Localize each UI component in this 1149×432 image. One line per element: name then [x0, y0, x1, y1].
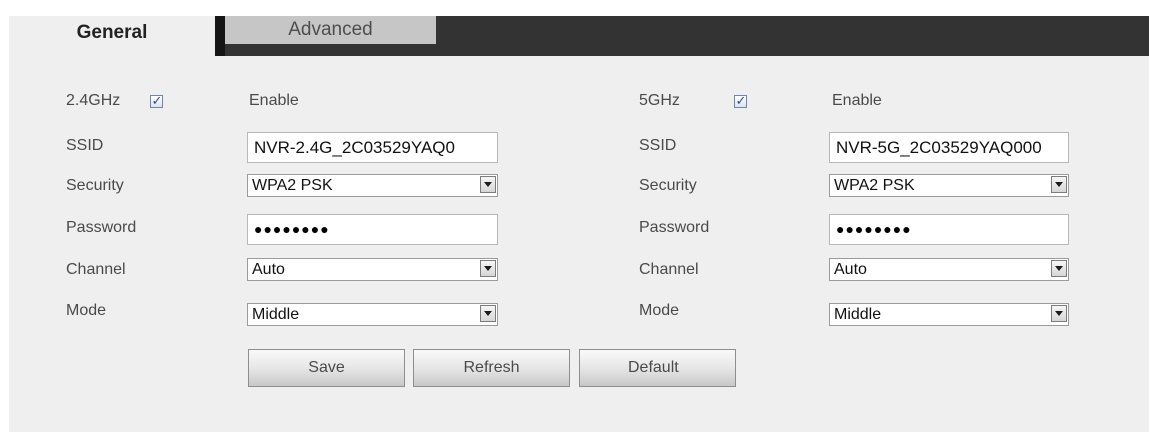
band5-mode-label: Mode	[639, 302, 680, 319]
chevron-down-icon[interactable]	[480, 176, 496, 193]
band24-ssid-label: SSID	[66, 137, 104, 154]
band24-channel-select[interactable]: Auto	[247, 258, 498, 281]
band5-channel-value: Auto	[834, 261, 867, 278]
band24-title: 2.4GHz	[66, 92, 121, 109]
band5-security-value: WPA2 PSK	[834, 177, 915, 194]
band5-channel-label: Channel	[639, 261, 699, 278]
band5-password-label: Password	[639, 219, 710, 236]
tab-advanced[interactable]: Advanced	[225, 16, 436, 44]
band24-enable-label: Enable	[249, 92, 299, 109]
band24-enable-checkbox[interactable]: ✓	[150, 93, 163, 108]
band24-ssid-input[interactable]: NVR-2.4G_2C03529YAQ0	[247, 132, 498, 163]
save-button[interactable]: Save	[248, 349, 405, 387]
band24-mode-label: Mode	[66, 302, 107, 319]
band5-mode-select[interactable]: Middle	[829, 303, 1069, 326]
tab-general[interactable]: General	[9, 16, 215, 56]
band5-channel-select[interactable]: Auto	[829, 258, 1069, 281]
chevron-down-icon[interactable]	[480, 260, 496, 277]
band5-enable-checkbox[interactable]: ✓	[734, 93, 747, 108]
checkmark-icon: ✓	[735, 93, 747, 108]
chevron-down-icon[interactable]	[1051, 176, 1067, 193]
band5-security-select[interactable]: WPA2 PSK	[829, 174, 1069, 197]
chevron-down-icon[interactable]	[1051, 305, 1067, 322]
band24-channel-value: Auto	[252, 261, 285, 278]
chevron-down-icon[interactable]	[1051, 260, 1067, 277]
band24-channel-label: Channel	[66, 261, 126, 278]
refresh-button[interactable]: Refresh	[413, 349, 570, 387]
band5-password-input[interactable]: ●●●●●●●●	[829, 214, 1069, 245]
band5-ssid-label: SSID	[639, 137, 677, 154]
band24-password-label: Password	[66, 219, 137, 236]
band5-ssid-input[interactable]: NVR-5G_2C03529YAQ000	[829, 132, 1069, 163]
band5-security-label: Security	[639, 177, 697, 194]
band24-security-select[interactable]: WPA2 PSK	[247, 174, 498, 197]
band5-enable-label: Enable	[832, 92, 882, 109]
band24-password-input[interactable]: ●●●●●●●●	[247, 214, 498, 245]
band24-mode-select[interactable]: Middle	[247, 303, 498, 326]
band24-security-label: Security	[66, 177, 124, 194]
tab-separator	[215, 16, 225, 56]
wifi-settings-panel: General Advanced 2.4GHz ✓ Enable SSID NV…	[9, 16, 1149, 432]
band24-mode-value: Middle	[252, 306, 300, 323]
chevron-down-icon[interactable]	[480, 305, 496, 322]
band5-title: 5GHz	[639, 92, 680, 109]
band5-mode-value: Middle	[834, 306, 882, 323]
tab-bar: General Advanced	[9, 16, 1149, 56]
band24-security-value: WPA2 PSK	[252, 177, 333, 194]
checkmark-icon: ✓	[151, 93, 163, 108]
default-button[interactable]: Default	[579, 349, 736, 387]
